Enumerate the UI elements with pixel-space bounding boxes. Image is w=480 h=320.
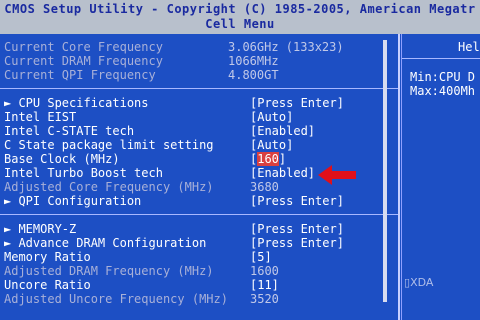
info-value: 4.800GT	[228, 68, 279, 82]
title-text: CMOS Setup Utility - Copyright (C) 1985-…	[4, 2, 476, 16]
setting-label: Uncore Ratio	[4, 278, 91, 292]
info-label: Current Core Frequency	[4, 40, 163, 54]
setting-label: Base Clock (MHz)	[4, 152, 120, 166]
watermark-text: XDA	[410, 276, 434, 289]
setting-value: 3520	[250, 292, 279, 306]
setting-value: 3680	[250, 180, 279, 194]
panel-divider-inner	[401, 34, 402, 320]
setting-value: 1600	[250, 264, 279, 278]
setting-value[interactable]: [Press Enter]	[250, 236, 344, 250]
info-label: Current DRAM Frequency	[4, 54, 163, 68]
title-bar: CMOS Setup Utility - Copyright (C) 1985-…	[0, 0, 480, 34]
watermark-logo: ▯XDA	[404, 276, 433, 289]
info-value: 1066MHz	[228, 54, 279, 68]
value-bracket-close: ]	[278, 152, 287, 166]
info-label: Current QPI Frequency	[4, 68, 156, 82]
setting-value[interactable]: [Press Enter]	[250, 194, 344, 208]
section-divider	[0, 214, 398, 215]
panel-divider	[398, 34, 400, 320]
setting-value[interactable]: [Enabled]	[250, 124, 315, 138]
setting-label: Intel EIST	[4, 110, 77, 124]
setting-label: Adjusted Uncore Frequency (MHz)	[4, 292, 228, 306]
section-divider	[0, 88, 398, 89]
setting-label: Intel C-STATE tech	[4, 124, 135, 138]
setting-value[interactable]: [Auto]	[250, 138, 293, 152]
help-title: Hel	[458, 40, 480, 54]
info-value: 3.06GHz (133x23)	[228, 40, 344, 54]
setting-label: ► CPU Specifications	[4, 96, 149, 110]
setting-label: Memory Ratio	[4, 250, 91, 264]
scrollbar[interactable]	[383, 40, 387, 302]
setting-value[interactable]: [Press Enter]	[250, 222, 344, 236]
menu-title: Cell Menu	[205, 17, 275, 31]
setting-label: ► QPI Configuration	[4, 194, 142, 208]
setting-label: Intel Turbo Boost tech	[4, 166, 163, 180]
help-line-min: Min:CPU D	[410, 70, 476, 84]
help-divider	[402, 58, 480, 59]
setting-label: Adjusted Core Frequency (MHz)	[4, 180, 214, 194]
setting-label: Adjusted DRAM Frequency (MHz)	[4, 264, 214, 278]
setting-value[interactable]: [Press Enter]	[250, 96, 344, 110]
setting-label: C State package limit setting	[4, 138, 214, 152]
setting-value[interactable]: [11]	[250, 278, 279, 292]
selected-value-highlight[interactable]: 160	[257, 152, 279, 166]
help-line-max: Max:400Mh	[410, 84, 476, 98]
setting-value[interactable]: [Enabled]	[250, 166, 315, 180]
setting-label: ► Advance DRAM Configuration	[4, 236, 207, 250]
setting-label: ► MEMORY-Z	[4, 222, 77, 236]
setting-value[interactable]: [160]	[250, 152, 286, 166]
setting-value[interactable]: [5]	[250, 250, 272, 264]
setting-value[interactable]: [Auto]	[250, 110, 293, 124]
red-arrow-annotation	[318, 165, 356, 185]
